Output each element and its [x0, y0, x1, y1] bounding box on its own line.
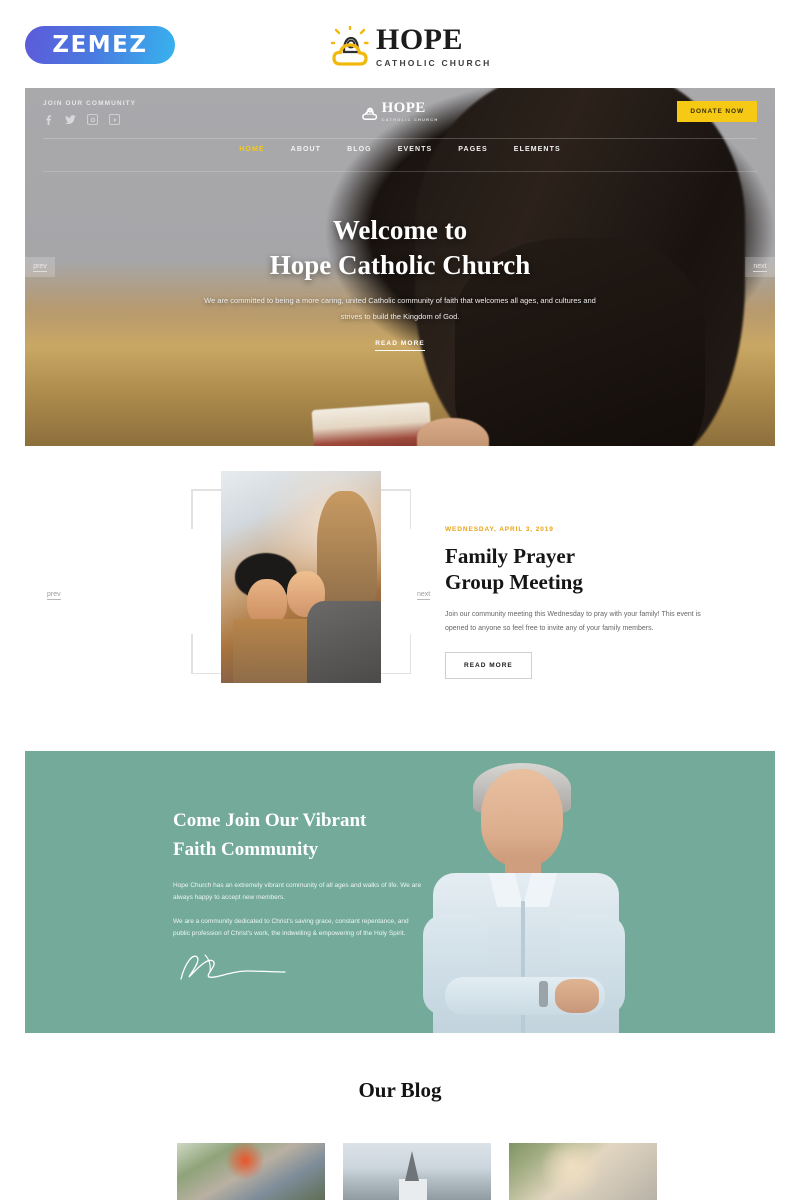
nav-item-home[interactable]: HOME	[239, 146, 264, 153]
top-brand-bar: ZEMEZ HOPE CATHOLIC CHURCH	[0, 0, 800, 88]
blog-section: Our Blog	[25, 1033, 775, 1200]
hope-brand-subtitle: CATHOLIC CHURCH	[376, 58, 492, 68]
hero-logo-title: HOPE	[381, 100, 426, 116]
portrait-wristwatch	[539, 981, 548, 1007]
blog-card-grid	[177, 1143, 657, 1200]
hero-church-cloud-icon	[362, 103, 379, 121]
event-description: Join our community meeting this Wednesda…	[445, 611, 701, 632]
blog-card-1[interactable]	[177, 1143, 325, 1200]
hero-heading-line2: Hope Catholic Church	[269, 250, 531, 281]
event-photo	[221, 471, 381, 683]
hope-brand[interactable]: HOPE CATHOLIC CHURCH	[330, 23, 492, 69]
event-details: WEDNESDAY, APRIL 3, 2019 Family Prayer G…	[445, 526, 705, 679]
portrait-hand	[555, 979, 599, 1013]
community-paragraph-1: Hope Church has an extremely vibrant com…	[173, 882, 422, 902]
events-next-button[interactable]: next	[417, 591, 431, 600]
community-heading-line2: Faith Community	[173, 838, 319, 860]
event-title: Family Prayer Group Meeting	[445, 544, 705, 595]
church-cloud-sun-icon	[330, 24, 371, 68]
event-date: WEDNESDAY, APRIL 3, 2019	[445, 526, 554, 533]
page-root: ZEMEZ HOPE CATHOLIC CHURCH JOIN OUR COMM…	[0, 0, 800, 1200]
hero-divider-top	[43, 138, 757, 139]
event-read-more-button[interactable]: READ MORE	[445, 651, 532, 679]
youtube-icon[interactable]	[109, 114, 120, 125]
hero-prev-label: prev	[33, 262, 47, 272]
zemez-logo-text: ZEMEZ	[52, 32, 148, 58]
hero-slider: JOIN OUR COMMUNITY HOPE CATHOLIC CHURCH …	[25, 88, 775, 446]
hero-content: Welcome to Hope Catholic Church We are c…	[25, 213, 775, 351]
hero-logo[interactable]: HOPE CATHOLIC CHURCH	[362, 101, 439, 122]
portrait-head	[481, 769, 563, 867]
nav-item-events[interactable]: EVENTS	[398, 146, 433, 153]
main-navigation: HOME ABOUT BLOG EVENTS PAGES ELEMENTS	[25, 146, 775, 153]
hero-paragraph: We are committed to being a more caring,…	[204, 296, 596, 321]
zemez-logo[interactable]: ZEMEZ	[25, 26, 175, 64]
hero-read-more-button[interactable]: READ MORE	[375, 340, 425, 351]
events-section: prev next WEDNESDAY, APRIL 3, 2019 Famil…	[25, 446, 775, 751]
hero-next-label: next	[753, 262, 767, 272]
hero-prev-button[interactable]: prev	[25, 257, 55, 277]
hero-next-button[interactable]: next	[745, 257, 775, 277]
community-portrait	[405, 763, 655, 1033]
event-title-line1: Family Prayer	[445, 544, 576, 568]
hero-logo-subtitle: CATHOLIC CHURCH	[381, 117, 439, 122]
hero-heading-line1: Welcome to	[332, 215, 468, 245]
hero-divider-bottom	[43, 171, 757, 172]
community-text: Come Join Our Vibrant Faith Community Ho…	[173, 807, 423, 940]
blog-card-3[interactable]	[509, 1143, 657, 1200]
events-prev-button[interactable]: prev	[47, 591, 61, 600]
nav-item-pages[interactable]: PAGES	[458, 146, 488, 153]
instagram-icon[interactable]	[87, 114, 98, 125]
nav-item-elements[interactable]: ELEMENTS	[514, 146, 561, 153]
event-title-line2: Group Meeting	[445, 569, 583, 594]
blog-heading: Our Blog	[358, 1078, 442, 1102]
community-heading: Come Join Our Vibrant Faith Community	[173, 807, 423, 864]
hero-heading: Welcome to Hope Catholic Church	[25, 213, 775, 283]
nav-item-blog[interactable]: BLOG	[347, 146, 372, 153]
nav-item-about[interactable]: ABOUT	[291, 146, 321, 153]
hope-brand-words: HOPE CATHOLIC CHURCH	[376, 23, 492, 69]
hero-logo-words: HOPE CATHOLIC CHURCH	[381, 100, 439, 123]
hope-brand-title: HOPE	[376, 23, 464, 56]
facebook-icon[interactable]	[43, 114, 54, 125]
twitter-icon[interactable]	[65, 114, 76, 125]
photo-coat-second	[307, 601, 381, 683]
community-paragraph-2: We are a community dedicated to Christ's…	[173, 918, 409, 938]
community-heading-line1: Come Join Our Vibrant	[173, 810, 367, 831]
community-section: Come Join Our Vibrant Faith Community Ho…	[25, 751, 775, 1033]
signature-icon	[175, 951, 295, 983]
donate-now-button[interactable]: DONATE NOW	[677, 101, 757, 122]
event-media	[191, 471, 411, 683]
blog-card-2[interactable]	[343, 1143, 491, 1200]
hero-bible-book	[311, 401, 433, 446]
